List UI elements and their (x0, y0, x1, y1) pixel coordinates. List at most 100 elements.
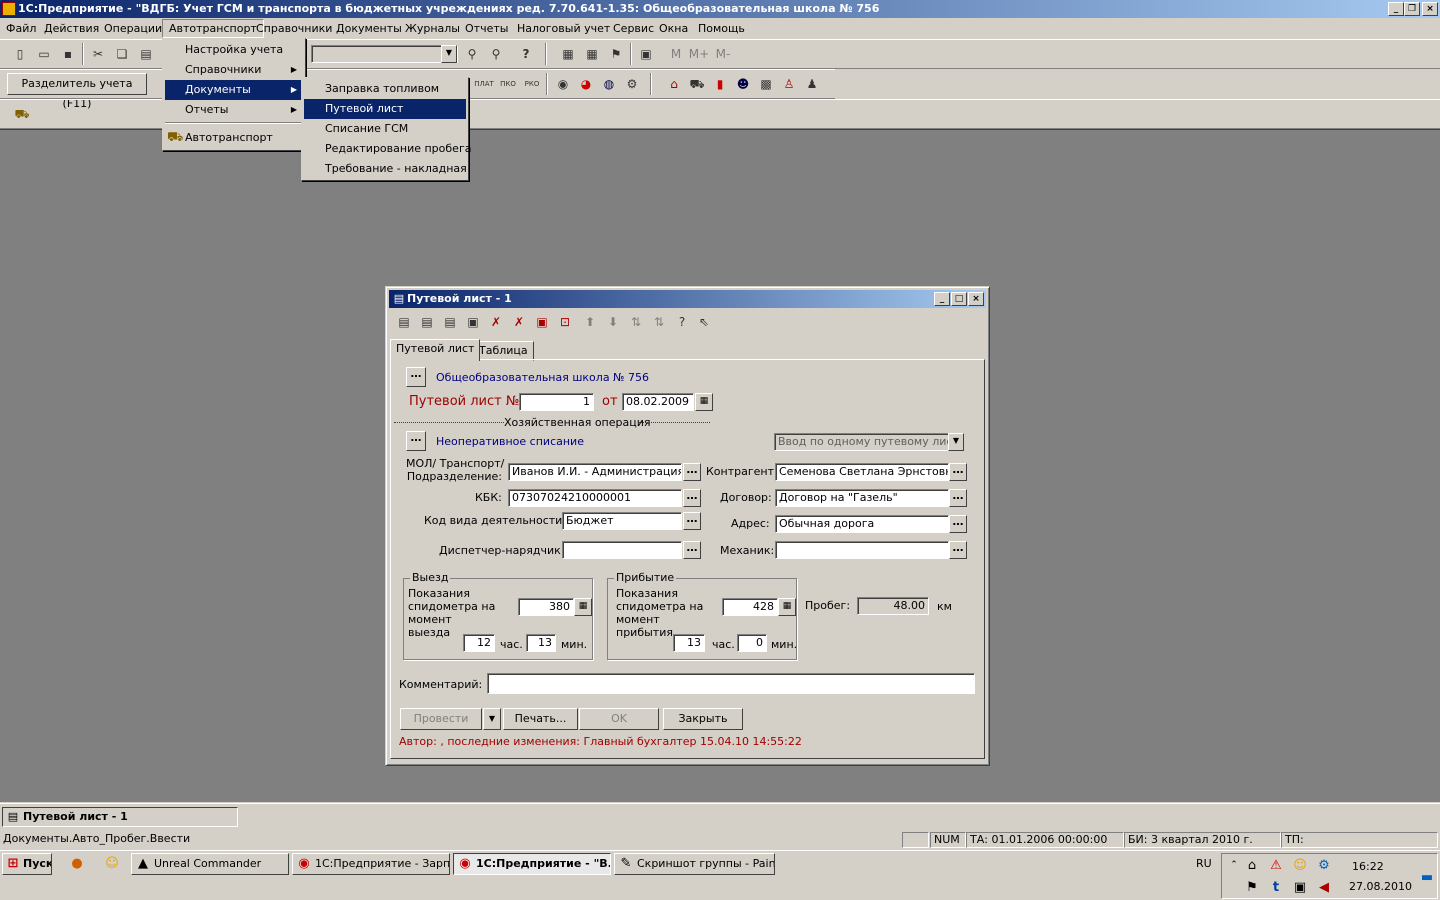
menu-item-settings[interactable]: Настройка учета (165, 40, 303, 60)
arrival-hours-field[interactable]: 13 (673, 634, 705, 652)
copy-icon[interactable]: ❏ (112, 44, 132, 64)
calendar-icon[interactable]: ▦ (695, 393, 713, 411)
chart-icon[interactable]: ◕ (576, 74, 596, 94)
post-options-chevron-icon[interactable]: ▼ (483, 708, 501, 730)
memory-plus-button[interactable]: M+ (688, 44, 710, 64)
calculator-icon[interactable]: ▦ (574, 598, 592, 616)
tray-expand-icon[interactable]: ⌃ (1226, 857, 1242, 873)
memory-minus-button[interactable]: M- (712, 44, 734, 64)
menu-windows[interactable]: Окна (653, 19, 694, 38)
menu-item-reports[interactable]: Отчеты ▶ (165, 100, 303, 120)
help-icon[interactable]: ? (672, 312, 692, 332)
new-row-icon[interactable]: ▤ (394, 312, 414, 332)
show-desktop-icon[interactable]: ▬ (1419, 870, 1435, 886)
chevron-down-icon[interactable]: ▼ (948, 433, 964, 451)
menu-operations[interactable]: Операции (98, 19, 168, 38)
minimize-icon[interactable]: _ (934, 292, 950, 306)
tray-warning-icon[interactable]: ⚠ (1268, 858, 1284, 874)
comment-field[interactable] (487, 673, 975, 694)
move-up-icon[interactable]: ⬆ (580, 312, 600, 332)
mol-field[interactable]: Иванов И.И. - Администрация - Газель (508, 463, 682, 481)
find-icon[interactable]: ⚲ (462, 44, 482, 64)
departure-minutes-field[interactable]: 13 (526, 634, 556, 652)
separator-f11-button[interactable]: Разделитель учета (F11) (7, 73, 147, 110)
car-icon[interactable]: ⛟ (687, 74, 707, 94)
move-down-icon[interactable]: ⬇ (603, 312, 623, 332)
task-1c-vdgb[interactable]: ◉ 1С:Предприятие - "В... (453, 853, 611, 875)
globe-icon[interactable]: ◉ (553, 74, 573, 94)
calendar-icon[interactable]: ▦ (582, 44, 602, 64)
world-icon[interactable]: ◍ (599, 74, 619, 94)
doc-number-field[interactable]: 1 (519, 393, 594, 411)
restore-icon[interactable]: ❐ (1404, 2, 1420, 16)
tab-table[interactable]: Таблица (473, 341, 534, 361)
menu-documents[interactable]: Документы (330, 19, 408, 38)
sort-desc-icon[interactable]: ⇅ (649, 312, 669, 332)
tab-waybill[interactable]: Путевой лист (390, 339, 481, 361)
maximize-icon[interactable]: □ (951, 292, 967, 306)
dispatcher-select-button[interactable]: … (683, 541, 701, 559)
operation-select-button[interactable]: … (406, 431, 426, 451)
autotransport-icon[interactable]: ⛟ (12, 104, 32, 124)
departure-hours-field[interactable]: 12 (463, 634, 495, 652)
submenu-item-requisition[interactable]: Требование - накладная (304, 159, 467, 179)
flag-icon[interactable]: ⚑ (606, 44, 626, 64)
arrival-odometer-field[interactable]: 428 (722, 598, 778, 616)
contract-select-button[interactable]: … (949, 489, 967, 507)
tray-volume-icon[interactable]: ◀ (1316, 880, 1332, 896)
insert-icon[interactable]: ⊡ (555, 312, 575, 332)
contractor-select-button[interactable]: … (949, 463, 967, 481)
submenu-item-mileage-edit[interactable]: Редактирование пробега (304, 139, 471, 159)
delete-mark-icon[interactable]: ✗ (486, 312, 506, 332)
input-mode-select[interactable]: Ввод по одному путевому листу (774, 433, 954, 451)
submenu-item-waybill[interactable]: Путевой лист (304, 99, 466, 119)
cash-in-icon[interactable]: ПКО (498, 74, 518, 94)
menu-journals[interactable]: Журналы (399, 19, 466, 38)
menu-actions[interactable]: Действия (38, 19, 105, 38)
menu-reports[interactable]: Отчеты (459, 19, 514, 38)
menu-tax[interactable]: Налоговый учет (511, 19, 616, 38)
tray-ti-icon[interactable]: t (1268, 880, 1284, 896)
submenu-item-fuel-writeoff[interactable]: Списание ГСМ (304, 119, 466, 139)
tray-gear-icon[interactable]: ⚙ (1316, 858, 1332, 874)
paste-icon[interactable]: ▤ (136, 44, 156, 64)
fuel-icon[interactable]: ▮ (710, 74, 730, 94)
task-unreal-commander[interactable]: ▲ Unreal Commander (131, 853, 289, 875)
address-field[interactable]: Обычная дорога (775, 515, 949, 533)
tray-clock[interactable]: 16:22 (1352, 860, 1384, 873)
person-icon[interactable]: ♙ (779, 74, 799, 94)
save-icon[interactable]: ▪ (58, 44, 78, 64)
contract-field[interactable]: Договор на "Газель" (775, 489, 949, 507)
tray-monitor-icon[interactable]: ▣ (1292, 880, 1308, 896)
tray-network-icon[interactable]: ⌂ (1244, 858, 1260, 874)
cut-icon[interactable]: ✂ (88, 44, 108, 64)
close-button[interactable]: Закрыть (663, 708, 743, 730)
mark-icon[interactable]: ▣ (532, 312, 552, 332)
menu-item-autotransport[interactable]: ⛟ Автотранспорт (165, 128, 303, 148)
activity-select-button[interactable]: … (683, 512, 701, 530)
calculator-icon[interactable]: ▦ (558, 44, 578, 64)
garage-icon[interactable]: ⌂ (664, 74, 684, 94)
mechanic-field[interactable] (775, 541, 949, 559)
memory-button[interactable]: M (666, 44, 686, 64)
departure-odometer-field[interactable]: 380 (518, 598, 574, 616)
window-tab-waybill[interactable]: ▤ Путевой лист - 1 (2, 807, 238, 827)
close-icon[interactable]: × (968, 292, 984, 306)
worker-icon[interactable]: ♟ (802, 74, 822, 94)
kbk-select-button[interactable]: … (683, 489, 701, 507)
submenu-item-fueling[interactable]: Заправка топливом (304, 79, 466, 99)
sort-asc-icon[interactable]: ⇅ (626, 312, 646, 332)
address-select-button[interactable]: … (949, 515, 967, 533)
org-select-button[interactable]: … (406, 367, 426, 387)
arrival-minutes-field[interactable]: 0 (737, 634, 767, 652)
new-file-icon[interactable]: ▯ (10, 44, 30, 64)
menu-help[interactable]: Помощь (692, 19, 751, 38)
menu-references[interactable]: Справочники (250, 19, 338, 38)
mechanic-select-button[interactable]: … (949, 541, 967, 559)
kbk-field[interactable]: 07307024210000001 (508, 489, 682, 507)
edit-row-icon[interactable]: ▤ (440, 312, 460, 332)
cash-out-icon[interactable]: РКО (522, 74, 542, 94)
help-icon[interactable]: ? (516, 44, 536, 64)
calculator-icon[interactable]: ▦ (778, 598, 796, 616)
print-button[interactable]: Печать... (503, 708, 578, 730)
